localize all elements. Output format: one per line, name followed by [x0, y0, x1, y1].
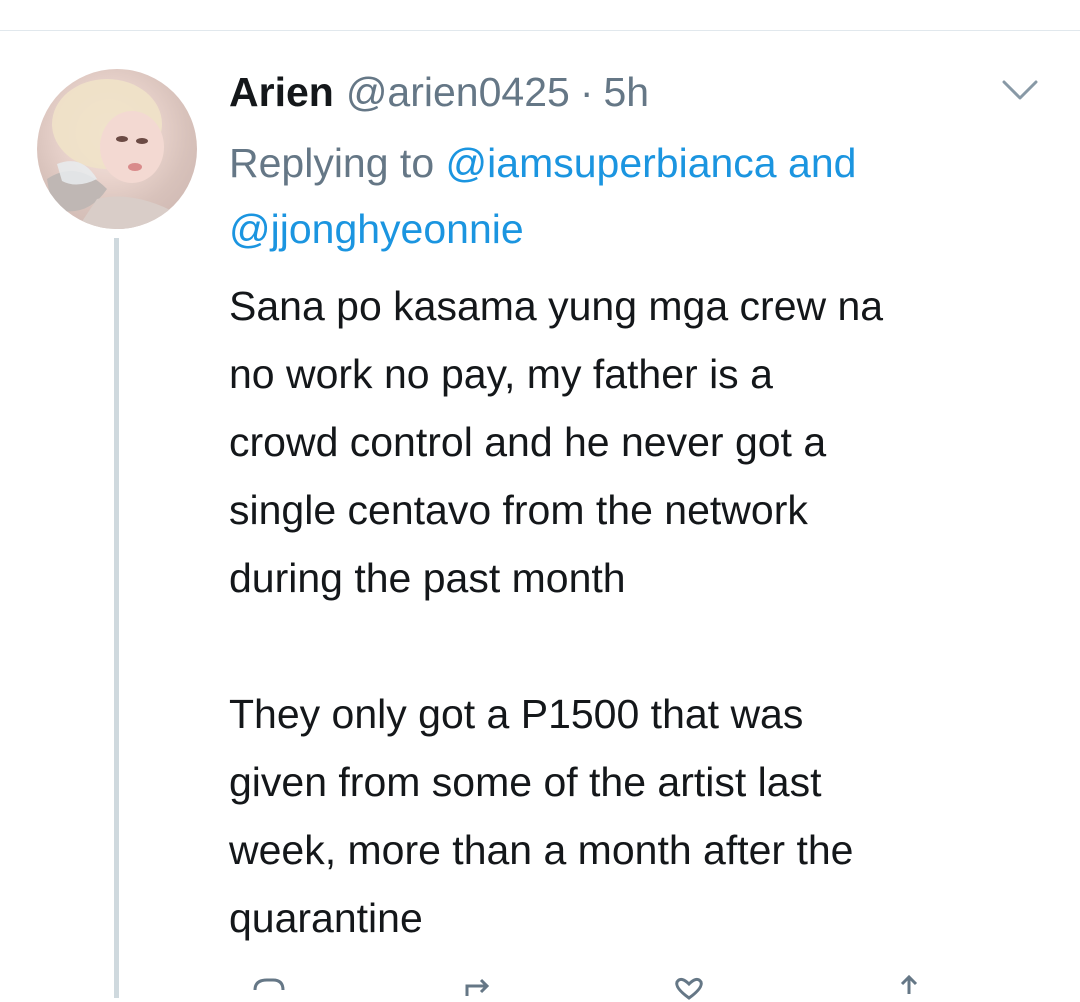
header-separator: · — [579, 69, 594, 115]
top-divider — [0, 30, 1080, 31]
heart-icon[interactable] — [669, 972, 709, 1002]
avatar-image — [47, 79, 187, 229]
mention-conjunction: and — [788, 140, 857, 186]
user-handle[interactable]: @arien0425 — [346, 66, 570, 118]
tweet-actions — [229, 972, 949, 1002]
share-icon[interactable] — [889, 972, 929, 1002]
mention-link[interactable]: @iamsuperbianca — [446, 140, 777, 186]
replying-to-line: Replying to @iamsuperbianca and @jjonghy… — [229, 130, 1049, 262]
reply-icon[interactable] — [249, 972, 289, 1002]
timestamp[interactable]: 5h — [603, 66, 649, 118]
tweet-header: Arien @arien0425 · 5h — [229, 66, 649, 118]
thread-connector-line — [114, 238, 119, 998]
avatar[interactable] — [37, 69, 197, 229]
tweet-text: Sana po kasama yung mga crew na no work … — [229, 283, 884, 941]
retweet-icon[interactable] — [459, 972, 499, 1002]
replying-prefix: Replying to — [229, 140, 435, 186]
mention-link[interactable]: @jjonghyeonnie — [229, 206, 524, 252]
chevron-down-icon[interactable] — [1000, 76, 1040, 104]
display-name[interactable]: Arien — [229, 66, 334, 118]
